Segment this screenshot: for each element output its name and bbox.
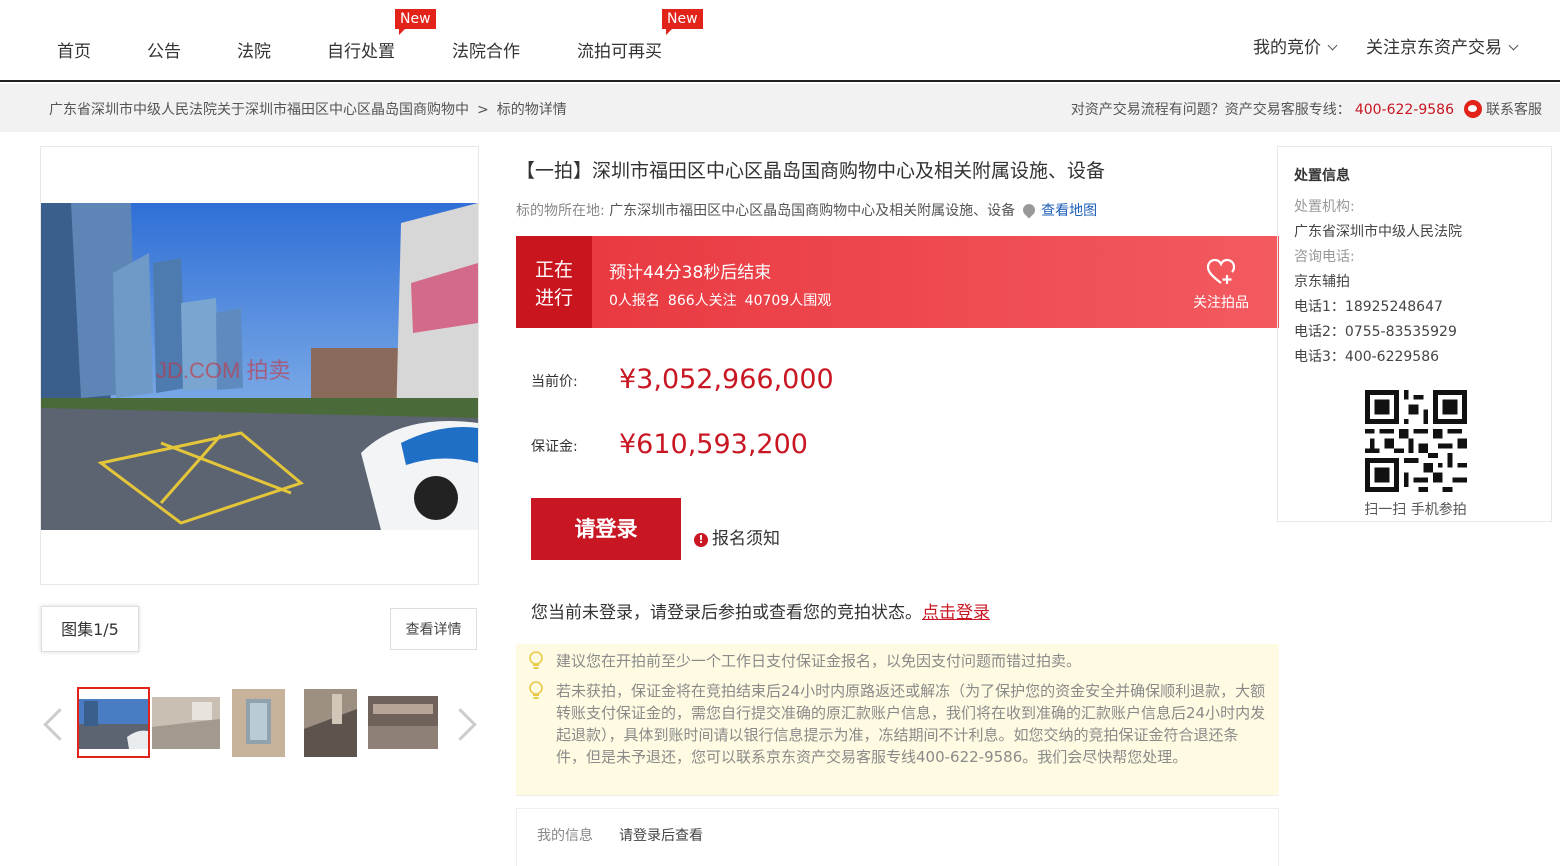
current-price-label: 当前价:	[531, 374, 578, 390]
main-photo[interactable]: JD.COM 拍卖	[41, 203, 478, 530]
map-pin-icon	[1020, 201, 1038, 219]
chevron-down-icon	[1327, 40, 1338, 51]
thumb-next-arrow-icon[interactable]	[455, 708, 475, 738]
disposal-title: 处置信息	[1294, 168, 1350, 184]
thumbnail-3[interactable]	[232, 689, 285, 757]
customer-service: 对资产交易流程有问题？资产交易客服专线： 400-622-9586 联系客服	[1071, 99, 1542, 119]
watermark-text: JD.COM 拍卖	[156, 358, 290, 383]
breadcrumb-current: 标的物详情	[496, 102, 567, 118]
phone-3: 电话3：400-6229586	[1294, 349, 1440, 365]
status-tag-line2: 进行	[534, 287, 573, 309]
view-detail-button[interactable]: 查看详情	[390, 608, 477, 650]
chevron-down-icon	[1508, 40, 1519, 51]
auction-stats: 0人报名 866人关注 40709人围观	[609, 290, 839, 310]
login-button[interactable]: 请登录	[531, 498, 681, 560]
breadcrumb-bar: 广东省深圳市中级人民法院关于深圳市福田区中心区晶岛国商购物中 > 标的物详情 对资产…	[0, 84, 1560, 132]
qr-code	[1365, 390, 1467, 492]
view-map-link[interactable]: 查看地图	[1041, 203, 1097, 219]
status-badge: 正在 进行	[516, 236, 592, 328]
disposal-info-panel: 处置信息 处置机构: 广东省深圳市中级人民法院 咨询电话: 京东辅拍 电话1：1…	[1277, 146, 1552, 522]
exclamation-icon: !	[694, 533, 708, 547]
thumbnail-2[interactable]	[152, 697, 220, 749]
nav-announcement[interactable]: 公告	[147, 37, 181, 62]
location-value: 广东深圳市福田区中心区晶岛国商购物中心及相关附属设施、设备	[609, 203, 1016, 219]
heart-plus-icon	[1206, 258, 1236, 284]
lightbulb-icon	[529, 651, 543, 669]
my-bid-label: 我的竞价	[1253, 38, 1321, 58]
my-info-panel: 我的信息 请登录后查看	[516, 808, 1279, 866]
album-counter: 图集1/5	[41, 606, 139, 652]
contact-service-link[interactable]: 联系客服	[1486, 102, 1542, 118]
breadcrumb-parent[interactable]: 广东省深圳市中级人民法院关于深圳市福田区中心区晶岛国商购物中	[49, 102, 469, 118]
click-login-link[interactable]: 点击登录	[922, 603, 990, 623]
auction-status-panel: 正在 进行 预计44分38秒后结束 0人报名 866人关注 40709人围观 关注拍…	[516, 236, 1279, 328]
nav-unsold-rebuy[interactable]: 流拍可再买	[577, 37, 662, 62]
nav-self-disposal[interactable]: 自行处置	[327, 37, 395, 62]
deposit-label: 保证金:	[531, 439, 578, 455]
tip-text-1: 建议您在开拍前至少一个工作日支付保证金报名，以免因支付问题而错过拍卖。	[556, 652, 1082, 670]
item-location: 标的物所在地: 广东深圳市福田区中心区晶岛国商购物中心及相关附属设施、设备 查看地…	[516, 200, 1097, 220]
tip-text-2: 若未获拍，保证金将在竞拍结束后24小时内原路返还或解冻（为了保护您的资金安全并确…	[556, 682, 1266, 766]
login-tip-text: 您当前未登录，请登录后参拍或查看您的竞拍状态。	[531, 603, 922, 623]
tips-box: 建议您在开拍前至少一个工作日支付保证金报名，以免因支付问题而错过拍卖。 若未获拍…	[516, 644, 1279, 796]
nav-home[interactable]: 首页	[57, 37, 91, 62]
breadcrumb: 广东省深圳市中级人民法院关于深圳市福田区中心区晶岛国商购物中 > 标的物详情	[49, 99, 567, 119]
deposit-value: ¥610,593,200	[619, 429, 808, 460]
customer-service-icon	[1464, 100, 1482, 118]
signup-notice-link[interactable]: ! 报名须知	[694, 524, 780, 549]
service-question: 对资产交易流程有问题？资产交易客服专线：	[1070, 102, 1351, 118]
disposal-org-label: 处置机构:	[1294, 199, 1355, 215]
consult-phone-value: 京东辅拍	[1294, 274, 1350, 290]
consult-phone-label: 咨询电话:	[1294, 249, 1355, 265]
countdown-text: 预计44分38秒后结束	[609, 263, 772, 283]
follow-jd-menu[interactable]: 关注京东资产交易	[1366, 33, 1519, 58]
follow-jd-label: 关注京东资产交易	[1366, 38, 1502, 58]
nav-court[interactable]: 法院	[237, 37, 271, 62]
service-phone: 400-622-9586	[1354, 102, 1454, 118]
phone-1: 电话1：18925248647	[1294, 299, 1443, 315]
my-info-label: 我的信息	[537, 828, 593, 844]
follow-item-button[interactable]: 关注拍品	[1193, 258, 1249, 312]
phone-2: 电话2：0755-83535929	[1294, 324, 1457, 340]
top-nav: 首页 公告 法院 自行处置 New 法院合作 流拍可再买 New 我的竞价 关注…	[0, 0, 1560, 82]
thumbnail-4[interactable]	[304, 689, 357, 757]
thumbnail-1[interactable]	[77, 687, 150, 758]
viewer-count: 40709人围观	[744, 293, 832, 309]
signup-count: 0人报名	[609, 293, 660, 309]
lightbulb-icon	[529, 681, 543, 699]
nav-court-cooperation[interactable]: 法院合作	[452, 37, 520, 62]
item-title: 【一拍】深圳市福田区中心区晶岛国商购物中心及相关附属设施、设备	[516, 160, 1106, 182]
status-tag-line1: 正在	[534, 259, 573, 281]
my-info-value: 请登录后查看	[619, 828, 703, 844]
follow-item-label: 关注拍品	[1193, 295, 1249, 311]
breadcrumb-separator: >	[477, 102, 489, 118]
qr-caption: 扫一扫 手机参拍	[1364, 502, 1467, 518]
login-tip: 您当前未登录，请登录后参拍或查看您的竞拍状态。点击登录	[531, 598, 990, 623]
thumb-prev-arrow-icon[interactable]	[40, 708, 60, 738]
location-label: 标的物所在地:	[516, 203, 605, 219]
follower-count: 866人关注	[667, 293, 737, 309]
signup-notice-label: 报名须知	[712, 529, 780, 549]
new-badge: New	[395, 9, 436, 35]
thumbnail-5[interactable]	[368, 696, 438, 749]
disposal-org-value: 广东省深圳市中级人民法院	[1294, 224, 1462, 240]
main-image-frame: JD.COM 拍卖	[40, 146, 479, 585]
new-badge: New	[662, 9, 703, 35]
my-bid-menu[interactable]: 我的竞价	[1253, 33, 1338, 58]
current-price-value: ¥3,052,966,000	[619, 364, 834, 395]
